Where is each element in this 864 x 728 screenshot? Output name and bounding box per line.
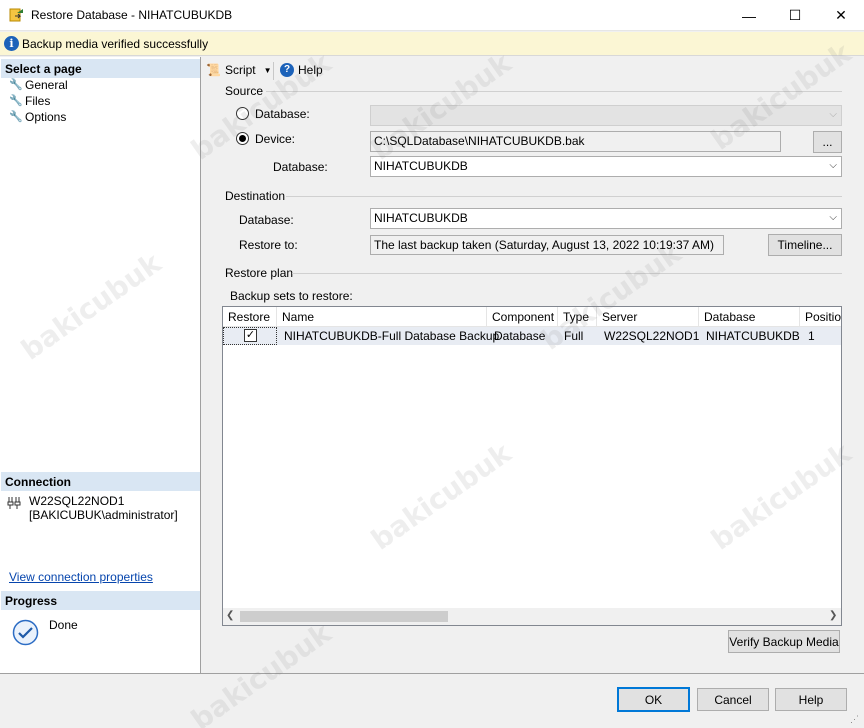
title-bar: Restore Database - NIHATCUBUKDB — ☐ ✕ xyxy=(0,0,864,31)
page-item-label: Options xyxy=(25,110,67,124)
script-button[interactable]: 📜 Script ▼ xyxy=(206,63,272,77)
help-toolbar-button[interactable]: ? Help xyxy=(280,63,323,77)
info-message: Backup media verified successfully xyxy=(22,37,209,51)
resize-grip-icon[interactable]: ⋰ xyxy=(850,714,859,725)
row-database: NIHATCUBUKDB xyxy=(706,329,800,343)
row-position: 1 xyxy=(808,329,815,343)
scroll-right-icon[interactable]: ❯ xyxy=(829,610,837,621)
chevron-down-icon: ⌵ xyxy=(829,109,837,120)
maximize-button[interactable]: ☐ xyxy=(772,0,818,31)
column-header-position[interactable]: Position xyxy=(800,307,841,327)
ok-button[interactable]: OK xyxy=(617,687,690,712)
select-page-header: Select a page xyxy=(1,59,200,78)
destination-database-value: NIHATCUBUKDB xyxy=(374,211,468,225)
backup-sets-grid[interactable]: Restore Name Component Type Server Datab… xyxy=(222,306,842,626)
progress-status: Done xyxy=(49,618,78,632)
device-path-field[interactable]: C:\SQLDatabase\NIHATCUBUKDB.bak xyxy=(370,131,781,152)
device-radio[interactable] xyxy=(236,132,249,145)
view-connection-properties-link[interactable]: View connection properties xyxy=(9,570,153,584)
chevron-down-icon: ⌵ xyxy=(829,212,837,223)
database-radio-label: Database: xyxy=(255,107,310,121)
destination-database-label: Database: xyxy=(239,213,294,227)
connection-header: Connection xyxy=(1,472,200,491)
page-item-options[interactable]: 🔧 Options xyxy=(9,110,66,124)
device-radio-label: Device: xyxy=(255,132,296,146)
source-group-label: Source xyxy=(225,84,264,98)
timeline-button[interactable]: Timeline... xyxy=(768,234,842,256)
page-item-label: General xyxy=(25,78,68,92)
column-header-type[interactable]: Type xyxy=(558,307,597,327)
column-header-database[interactable]: Database xyxy=(699,307,800,327)
column-header-name[interactable]: Name xyxy=(277,307,487,327)
source-database-select[interactable]: NIHATCUBUKDB ⌵ xyxy=(370,156,842,177)
source-database-value: NIHATCUBUKDB xyxy=(374,159,468,173)
destination-divider xyxy=(286,196,842,197)
restore-checkbox[interactable]: ✓ xyxy=(244,329,257,342)
row-type: Full xyxy=(564,329,584,343)
row-server: W22SQL22NOD1 xyxy=(604,329,700,343)
column-header-restore[interactable]: Restore xyxy=(223,307,277,327)
help-icon: ? xyxy=(280,63,294,77)
browse-device-button[interactable]: ... xyxy=(813,131,842,153)
table-row[interactable]: ✓ NIHATCUBUKDB-Full Database Backup Data… xyxy=(223,327,841,345)
restore-database-icon xyxy=(9,8,23,22)
page-item-label: Files xyxy=(25,94,51,108)
help-button[interactable]: Help xyxy=(775,688,847,711)
done-check-icon xyxy=(12,619,39,646)
source-divider xyxy=(266,91,842,92)
page-item-files[interactable]: 🔧 Files xyxy=(9,94,50,108)
chevron-down-icon: ⌵ xyxy=(829,160,837,171)
window-title: Restore Database - NIHATCUBUKDB xyxy=(31,8,233,22)
script-label: Script xyxy=(224,63,256,77)
restore-to-field[interactable]: The last backup taken (Saturday, August … xyxy=(370,235,724,255)
chevron-down-icon: ▼ xyxy=(263,65,272,75)
progress-header: Progress xyxy=(1,591,200,610)
backup-sets-label: Backup sets to restore: xyxy=(230,289,353,303)
row-component: Database xyxy=(494,329,546,343)
verify-backup-media-button[interactable]: Verify Backup Media xyxy=(728,630,840,653)
destination-database-select[interactable]: NIHATCUBUKDB ⌵ xyxy=(370,208,842,229)
info-icon: i xyxy=(4,36,19,51)
script-icon: 📜 xyxy=(206,63,221,77)
minimize-button[interactable]: — xyxy=(726,0,772,31)
scroll-left-icon[interactable]: ❮ xyxy=(226,610,234,621)
scrollbar-thumb[interactable] xyxy=(240,611,448,622)
database-radio[interactable] xyxy=(236,107,249,120)
server-connection-icon xyxy=(7,497,21,509)
wrench-icon: 🔧 xyxy=(9,95,23,107)
toolbar-divider xyxy=(273,62,274,80)
connection-user: [BAKICUBUK\administrator] xyxy=(29,508,178,522)
restore-to-label: Restore to: xyxy=(239,238,298,252)
cancel-button[interactable]: Cancel xyxy=(697,688,769,711)
close-button[interactable]: ✕ xyxy=(818,0,864,31)
source-database-label: Database: xyxy=(273,160,328,174)
destination-group-label: Destination xyxy=(225,189,286,203)
wrench-icon: 🔧 xyxy=(9,79,23,91)
restore-plan-divider xyxy=(292,273,842,274)
column-header-server[interactable]: Server xyxy=(597,307,699,327)
info-bar: i Backup media verified successfully xyxy=(0,32,864,56)
row-name: NIHATCUBUKDB-Full Database Backup xyxy=(284,329,500,343)
wrench-icon: 🔧 xyxy=(9,111,23,123)
page-item-general[interactable]: 🔧 General xyxy=(9,78,68,92)
help-label: Help xyxy=(298,63,323,77)
column-header-component[interactable]: Component xyxy=(487,307,558,327)
restore-plan-group-label: Restore plan xyxy=(225,266,294,280)
source-database-combo[interactable]: ⌵ xyxy=(370,105,842,126)
connection-server: W22SQL22NOD1 xyxy=(29,494,125,508)
